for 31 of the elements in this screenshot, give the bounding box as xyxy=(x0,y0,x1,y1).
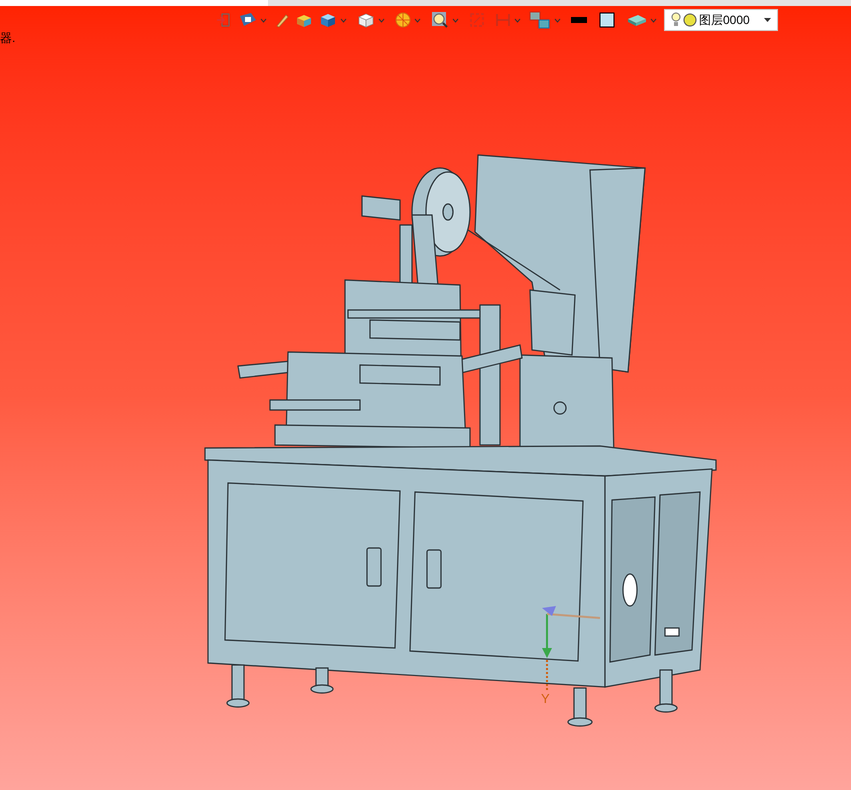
axis-triad-icon xyxy=(542,606,600,690)
caret-icon xyxy=(414,18,421,22)
caret-icon xyxy=(452,18,459,22)
cube-icon xyxy=(357,12,375,28)
layer-name: 图层0000 xyxy=(699,12,750,29)
caret-icon xyxy=(514,18,521,22)
dimension-icon xyxy=(495,12,511,28)
box-icon xyxy=(295,12,313,28)
fit-icon xyxy=(469,12,485,28)
caret-icon xyxy=(378,18,385,22)
status-text: 器. xyxy=(0,32,16,44)
magnifier-icon xyxy=(431,11,449,29)
sphere-icon xyxy=(395,12,411,28)
windows-button[interactable] xyxy=(528,9,562,31)
view-icon xyxy=(239,12,257,28)
exit-icon xyxy=(215,12,231,28)
windows-icon xyxy=(529,11,551,29)
line-swatch-icon xyxy=(571,16,587,24)
caret-icon xyxy=(554,18,561,22)
light-bulb-icon xyxy=(671,12,681,28)
cube-icon xyxy=(319,12,337,28)
slab-icon xyxy=(627,12,647,28)
circle-icon xyxy=(683,13,697,27)
dropdown-arrow-icon xyxy=(764,18,771,22)
caret-icon xyxy=(650,18,657,22)
layer-dropdown[interactable]: 图层0000 xyxy=(664,9,778,31)
caret-icon xyxy=(340,18,347,22)
axis-label: Y xyxy=(541,691,550,706)
color-swatch-icon xyxy=(599,12,615,28)
pencil-icon xyxy=(275,12,289,28)
caret-icon xyxy=(260,18,267,22)
